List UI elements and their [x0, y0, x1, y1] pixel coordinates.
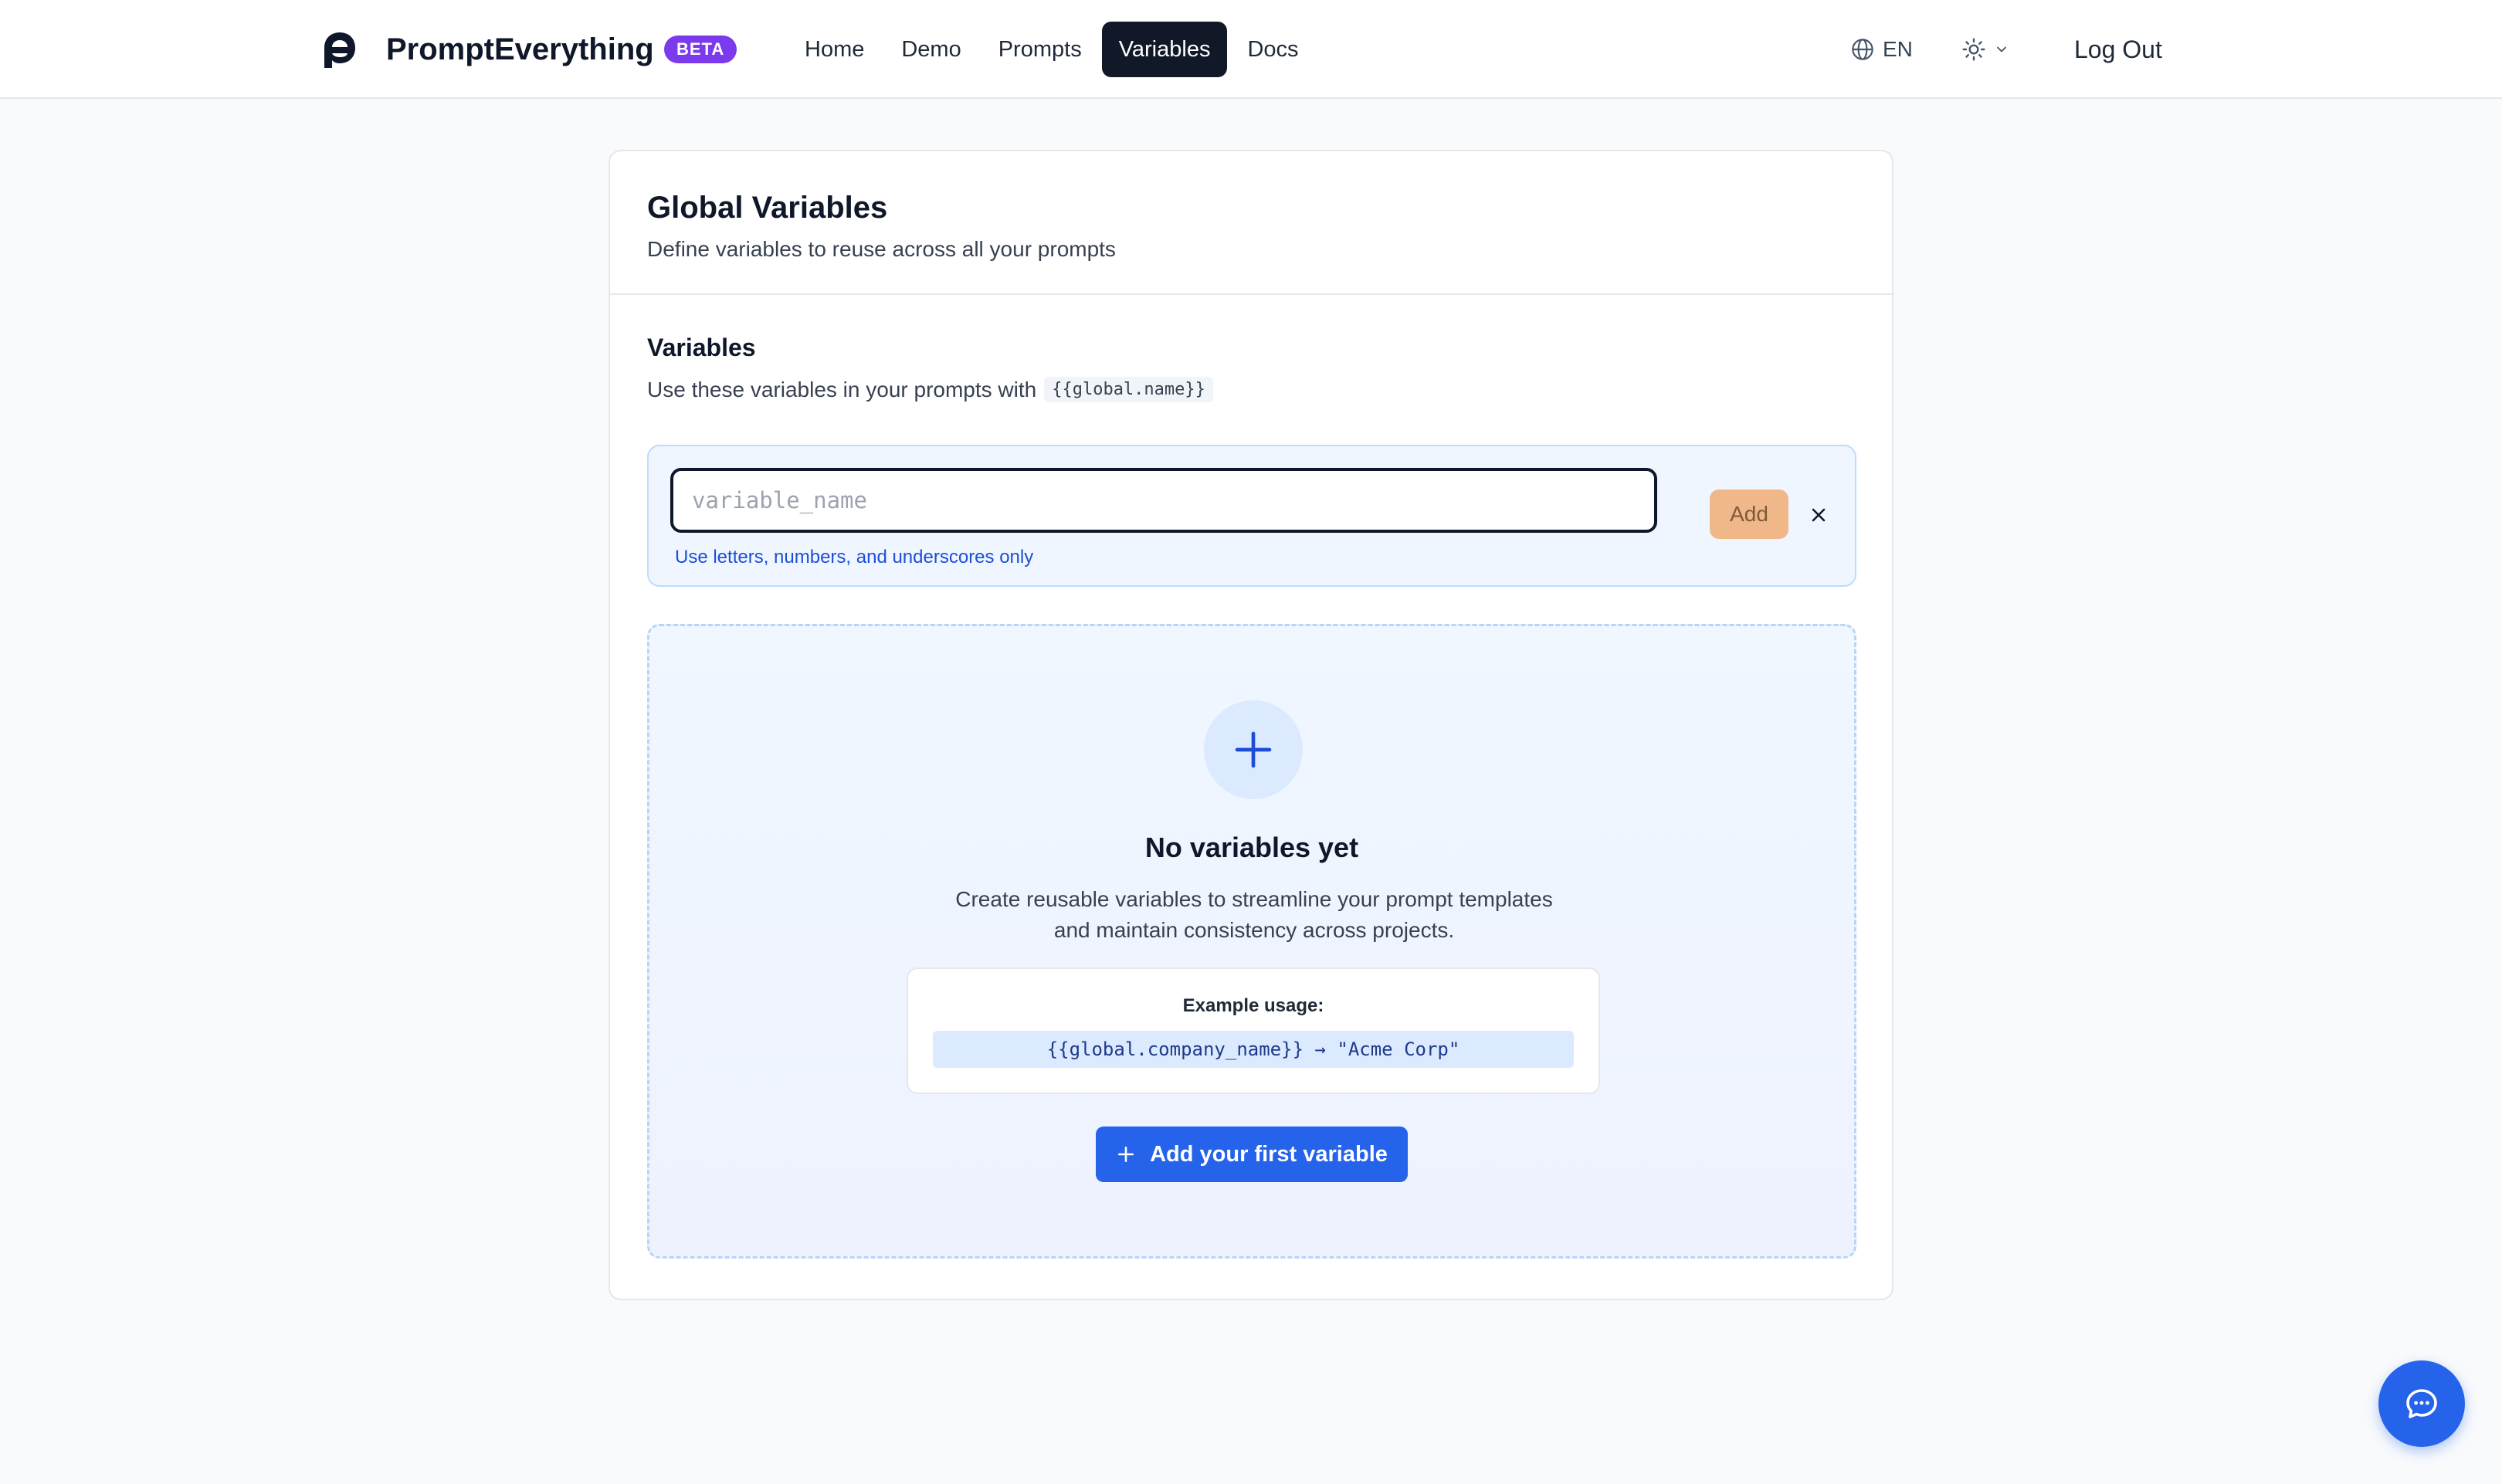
theme-toggle[interactable] — [1961, 32, 2009, 66]
sun-icon — [1962, 38, 1985, 61]
example-usage-box: Example usage: {{global.company_name}} →… — [907, 967, 1600, 1094]
add-variable-form: Use letters, numbers, and underscores on… — [647, 445, 1856, 587]
section-description: Use these variables in your prompts with… — [647, 377, 1213, 402]
globe-icon — [1852, 39, 1873, 60]
language-label: EN — [1883, 37, 1913, 61]
chevron-down-icon — [1997, 46, 2006, 53]
nav-home[interactable]: Home — [788, 22, 881, 77]
chat-bubble-icon — [2406, 1389, 2437, 1418]
nav-docs[interactable]: Docs — [1230, 22, 1315, 77]
add-first-variable-button[interactable]: Add your first variable — [1096, 1127, 1408, 1182]
main-nav: Home Demo Prompts Variables Docs — [788, 22, 1316, 77]
plus-icon — [1118, 1147, 1134, 1162]
nav-variables[interactable]: Variables — [1101, 22, 1228, 77]
chat-support-button[interactable] — [2378, 1360, 2465, 1447]
language-switcher[interactable]: EN — [1850, 32, 1913, 66]
add-button[interactable]: Add — [1710, 490, 1788, 539]
example-code: {{global.company_name}} → "Acme Corp" — [933, 1031, 1574, 1068]
add-first-variable-label: Add your first variable — [1150, 1141, 1388, 1167]
empty-state-title: No variables yet — [1144, 832, 1359, 863]
variable-name-input[interactable] — [670, 468, 1657, 533]
empty-state-description: Create reusable variables to streamline … — [955, 887, 1553, 942]
logo-icon[interactable] — [323, 31, 357, 69]
empty-state-icon — [1204, 700, 1303, 799]
beta-badge: BETA — [664, 36, 737, 63]
cancel-add-button[interactable] — [1801, 497, 1836, 533]
page-title: Global Variables — [647, 191, 888, 225]
usage-code: {{global.name}} — [1044, 377, 1213, 402]
nav-prompts[interactable]: Prompts — [981, 22, 1099, 77]
empty-state: No variables yet Create reusable variabl… — [647, 624, 1856, 1259]
close-icon — [1812, 508, 1826, 522]
brand-name[interactable]: PromptEverything — [386, 29, 654, 69]
page-subtitle: Define variables to reuse across all you… — [647, 237, 1116, 261]
card-header: Global Variables Define variables to reu… — [610, 151, 1892, 295]
nav-demo[interactable]: Demo — [884, 22, 978, 77]
plus-icon — [1235, 731, 1272, 768]
top-navbar: PromptEverything BETA Home Demo Prompts … — [0, 0, 2502, 99]
global-variables-card: Global Variables Define variables to reu… — [609, 150, 1893, 1300]
usage-text: Use these variables in your prompts with — [647, 377, 1037, 401]
example-label: Example usage: — [1182, 995, 1324, 1016]
input-hint: Use letters, numbers, and underscores on… — [675, 547, 1034, 568]
section-title: Variables — [647, 334, 756, 361]
logout-button[interactable]: Log Out — [2074, 29, 2162, 69]
